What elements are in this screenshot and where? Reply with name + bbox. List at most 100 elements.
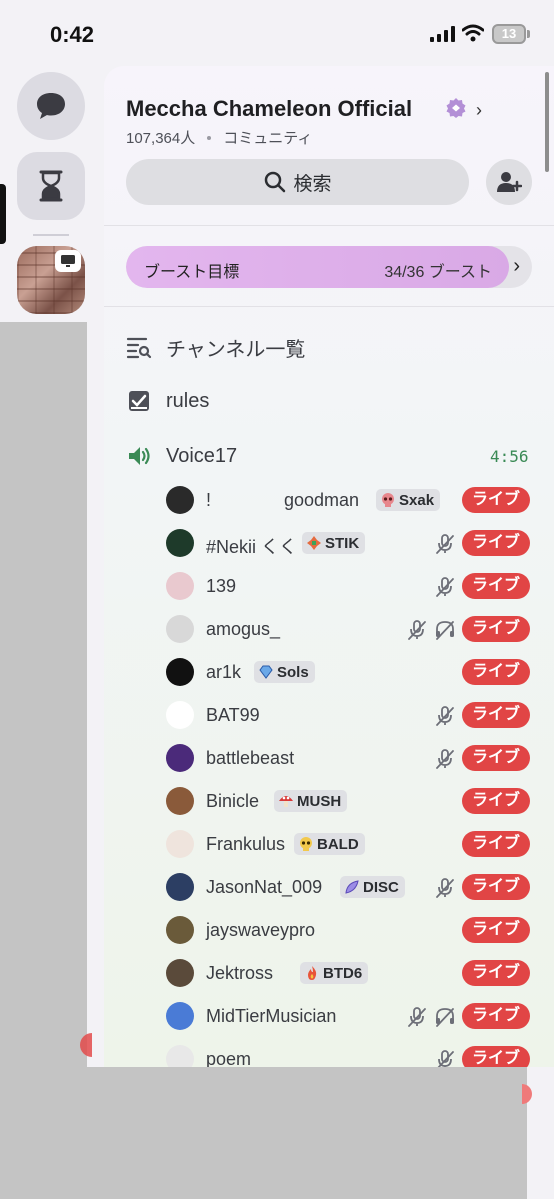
voice-member-row[interactable]: JasonNat_009 DISC ライブ	[166, 871, 536, 905]
live-badge[interactable]: ライブ	[462, 1003, 530, 1029]
diamond-icon	[258, 664, 274, 680]
voice-member-row[interactable]: 139 ライブ	[166, 570, 536, 604]
avatar	[166, 1002, 194, 1030]
scrollbar[interactable]	[545, 72, 549, 172]
voice-member-row[interactable]: amogus_ ライブ	[166, 613, 536, 647]
member-name: !	[206, 490, 212, 510]
avatar	[166, 486, 194, 514]
muted-icon	[434, 748, 456, 770]
battery-icon: 13	[492, 24, 526, 44]
avatar	[166, 787, 194, 815]
live-badge[interactable]: ライブ	[462, 745, 530, 771]
chevron-right-icon[interactable]: ›	[476, 100, 482, 121]
channel-voice17[interactable]: Voice17	[126, 440, 237, 472]
cross-icon	[306, 535, 322, 551]
live-badge[interactable]: ライブ	[462, 573, 530, 599]
avatar	[166, 959, 194, 987]
channel-name: チャンネル一覧	[166, 338, 306, 361]
member-name-secondary: goodman	[284, 490, 360, 510]
chat-bubble-icon	[37, 93, 65, 119]
live-badge[interactable]: ライブ	[462, 530, 530, 556]
mushroom-icon	[278, 793, 294, 809]
server-type: コミュニティ	[223, 130, 313, 147]
avatar	[166, 744, 194, 772]
status-bar: 0:42 13	[0, 0, 554, 66]
live-badge[interactable]: ライブ	[462, 788, 530, 814]
voice-member-row[interactable]: ! goodman Sxak ライブ	[166, 484, 536, 518]
member-name: JasonNat_009	[206, 877, 323, 897]
avatar	[166, 916, 194, 944]
live-badge[interactable]: ライブ	[462, 960, 530, 986]
avatar	[166, 830, 194, 858]
messages-button[interactable]	[17, 72, 85, 140]
server-meta: 107,364人 コミュニティ	[126, 127, 312, 148]
live-badge[interactable]: ライブ	[462, 1046, 530, 1067]
server-tag[interactable]: Sxak	[376, 489, 441, 511]
avatar	[166, 1045, 194, 1067]
voice-member-row[interactable]: #Nekii くく STIK ライブ	[166, 527, 536, 561]
invite-button[interactable]	[486, 159, 532, 205]
redacted-area	[40, 1067, 527, 1199]
server-tag[interactable]: Sols	[254, 661, 315, 683]
voice-member-row[interactable]: battlebeast ライブ	[166, 742, 536, 776]
avatar	[166, 873, 194, 901]
live-badge[interactable]: ライブ	[462, 616, 530, 642]
divider	[104, 225, 554, 226]
deafened-icon	[434, 1006, 456, 1028]
clock: 0:42	[50, 22, 95, 47]
divider	[104, 306, 554, 307]
add-user-icon	[497, 172, 522, 192]
channel-rules[interactable]: rules	[126, 385, 209, 417]
live-badge[interactable]: ライブ	[462, 702, 530, 728]
voice-member-row[interactable]: Jektross BTD6 ライブ	[166, 957, 536, 991]
speaker-icon	[126, 443, 152, 469]
voice-member-row[interactable]: Frankulus BALD ライブ	[166, 828, 536, 862]
channel-browse[interactable]: チャンネル一覧	[126, 331, 305, 363]
muted-icon	[406, 1006, 428, 1028]
member-count: 107,364人	[126, 130, 196, 147]
voice-member-row[interactable]: poem ライブ	[166, 1043, 536, 1067]
cellular-signal-icon	[430, 26, 455, 42]
live-badge[interactable]: ライブ	[462, 659, 530, 685]
voice-member-row[interactable]: jayswaveypro ライブ	[166, 914, 536, 948]
voice-member-row[interactable]: Binicle MUSH ライブ	[166, 785, 536, 819]
member-name: Jektross	[206, 963, 274, 983]
voice-member-row[interactable]: BAT99 ライブ	[166, 699, 536, 733]
live-badge[interactable]: ライブ	[462, 487, 530, 513]
voice-member-row[interactable]: ar1k Sols ライブ	[166, 656, 536, 690]
activity-button[interactable]	[17, 152, 85, 220]
server-tag[interactable]: DISC	[340, 876, 405, 898]
server-tag[interactable]: BTD6	[300, 962, 369, 984]
live-badge[interactable]: ライブ	[462, 831, 530, 857]
server-tag-label: BTD6	[323, 964, 363, 982]
fire-icon	[304, 965, 320, 981]
separator-dot	[207, 136, 212, 140]
avatar	[166, 615, 194, 643]
avatar	[166, 658, 194, 686]
server-tag[interactable]: MUSH	[274, 790, 348, 812]
server-tag-label: BALD	[317, 835, 359, 853]
server-channel-panel: Meccha Chameleon Official › 107,364人 コミュニ…	[104, 66, 554, 1067]
avatar	[166, 572, 194, 600]
boost-label: ブースト目標	[144, 264, 240, 281]
muted-icon	[434, 705, 456, 727]
search-button[interactable]: 検索	[126, 159, 469, 205]
live-badge[interactable]: ライブ	[462, 917, 530, 943]
server-tag[interactable]: STIK	[302, 532, 366, 554]
notification-dot	[522, 1084, 532, 1104]
avatar	[166, 701, 194, 729]
channel-list-icon	[126, 334, 152, 360]
avatar	[166, 529, 194, 557]
muted-icon	[434, 576, 456, 598]
voice-member-row[interactable]: MidTierMusician ライブ	[166, 1000, 536, 1034]
server-icon-meccha[interactable]	[17, 246, 85, 314]
selected-server-indicator	[0, 184, 6, 244]
member-name: MidTierMusician	[206, 1006, 337, 1026]
voice-timer: 4:56	[490, 447, 529, 466]
feather-icon	[344, 879, 360, 895]
server-title[interactable]: Meccha Chameleon Official	[126, 96, 412, 122]
server-tag[interactable]: BALD	[294, 833, 365, 855]
boost-count: 34/36 ブースト	[384, 264, 492, 281]
live-badge[interactable]: ライブ	[462, 874, 530, 900]
boost-goal-bar[interactable]: ブースト目標 34/36 ブースト ›	[126, 246, 532, 288]
